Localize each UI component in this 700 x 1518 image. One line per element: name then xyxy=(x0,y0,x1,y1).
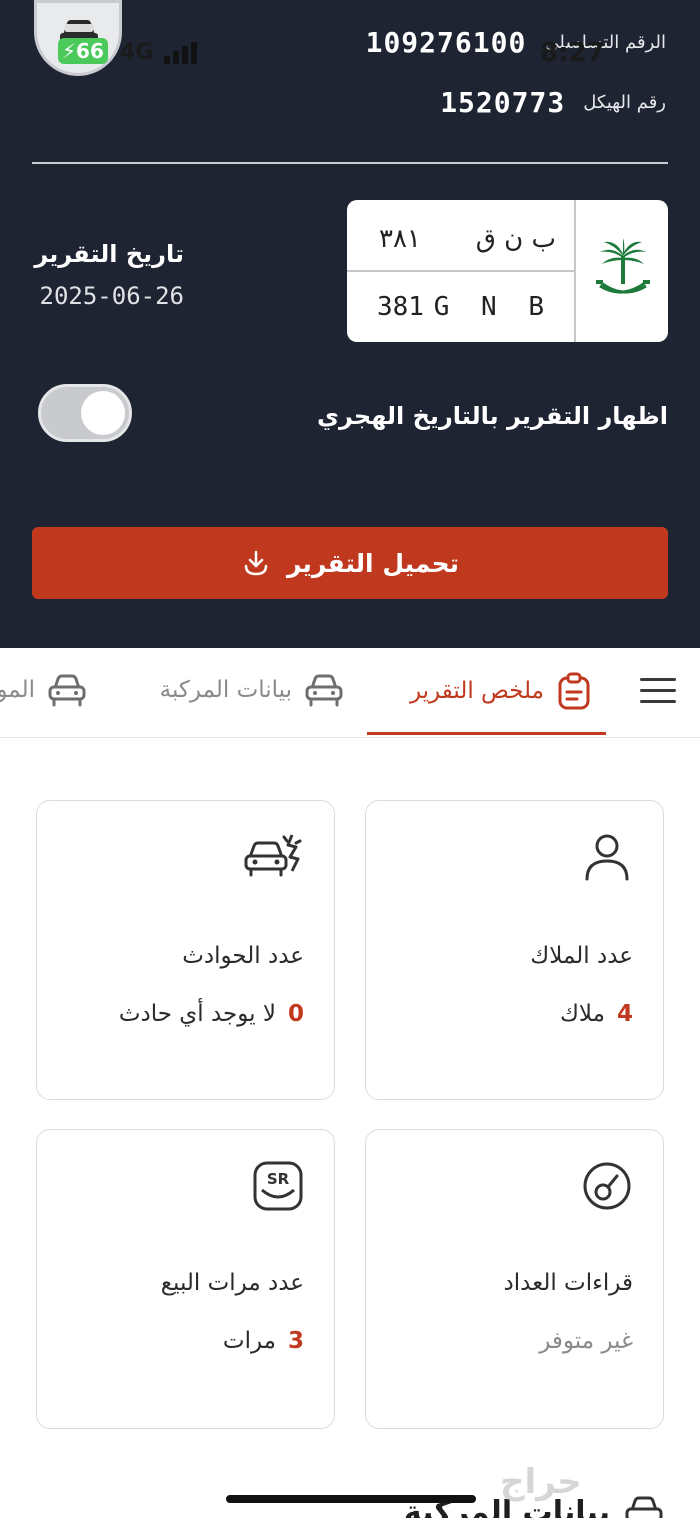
car-icon xyxy=(305,674,343,707)
accidents-unit: لا يوجد أي حادث xyxy=(118,1001,276,1027)
download-icon xyxy=(244,550,268,576)
tab-report-summary[interactable]: ملخص التقرير xyxy=(410,672,592,710)
owners-value: 4 ملاك xyxy=(560,1001,633,1027)
sales-count: 3 xyxy=(287,1328,304,1354)
status-time: 8:27 xyxy=(540,38,605,68)
sales-title: عدد مرات البيع xyxy=(160,1270,304,1296)
odometer-title: قراءات العداد xyxy=(503,1270,633,1296)
sr-badge-icon: SR xyxy=(253,1161,303,1211)
svg-text:SR: SR xyxy=(267,1170,290,1188)
network-label: 4G xyxy=(120,40,154,65)
sales-value: 3 مرات xyxy=(223,1328,304,1354)
odometer-status: غير متوفر xyxy=(539,1328,633,1354)
report-date-value: 2025-06-26 xyxy=(39,282,185,310)
sales-card[interactable]: SR عدد مرات البيع 3 مرات xyxy=(36,1129,335,1429)
chassis-value: 1520773 xyxy=(440,86,566,119)
hijri-toggle[interactable] xyxy=(38,384,132,442)
plate-arabic-letters: ب ن ق xyxy=(475,224,556,254)
hijri-toggle-label: اظهار التقرير بالتاريخ الهجري xyxy=(316,402,668,430)
tab-vehicle-data-label: بيانات المركبة xyxy=(159,677,292,703)
car-icon xyxy=(48,674,86,707)
report-date: تاريخ التقرير 2025-06-26 xyxy=(34,240,184,310)
owners-count: 4 xyxy=(616,1001,633,1027)
owners-card[interactable]: عدد الملاك 4 ملاك xyxy=(365,800,664,1100)
accidents-card[interactable]: عدد الحوادث 0 لا يوجد أي حادث xyxy=(36,800,335,1100)
plate-latin-numbers: 381 xyxy=(377,292,424,322)
saudi-emblem-icon xyxy=(596,238,650,294)
owners-unit: ملاك xyxy=(559,1001,605,1027)
report-date-label: تاريخ التقرير xyxy=(34,240,184,268)
odometer-card[interactable]: قراءات العداد غير متوفر xyxy=(365,1129,664,1429)
car-icon xyxy=(625,1496,663,1518)
tab-specs[interactable]: الموا xyxy=(0,672,87,708)
menu-icon[interactable] xyxy=(640,678,676,706)
gauge-icon xyxy=(583,1162,631,1210)
header-divider xyxy=(32,162,668,164)
watermark-logo: حراج xyxy=(500,1462,582,1502)
report-header: ⚡66 4G الرقم التسلسلي 109276100 8:27 رقم… xyxy=(0,0,700,648)
clipboard-icon xyxy=(558,672,590,710)
plate-divider xyxy=(347,270,574,272)
chassis-row: رقم الهيكل 1520773 xyxy=(440,86,666,119)
download-report-label: تحميل التقرير xyxy=(286,548,460,578)
serial-value: 109276100 xyxy=(365,26,527,59)
signal-icon xyxy=(164,42,200,64)
owners-title: عدد الملاك xyxy=(530,943,633,969)
chassis-label: رقم الهيكل xyxy=(583,92,666,113)
plate-latin-letters: G N B xyxy=(433,292,552,322)
accidents-title: عدد الحوادث xyxy=(182,943,304,969)
tab-specs-label: الموا xyxy=(0,677,35,703)
toggle-knob xyxy=(81,391,125,435)
plate-emblem xyxy=(574,200,668,342)
serial-row: الرقم التسلسلي 109276100 xyxy=(366,26,666,59)
active-tab-indicator xyxy=(367,732,606,735)
tab-bar: ملخص التقرير بيانات المركبة الموا xyxy=(0,648,700,738)
plate-arabic-numbers: ٣٨١ xyxy=(379,224,421,254)
car-crash-icon xyxy=(244,834,302,877)
accidents-count: 0 xyxy=(287,1001,304,1027)
tab-report-summary-label: ملخص التقرير xyxy=(409,678,544,704)
download-report-button[interactable]: تحميل التقرير xyxy=(32,527,668,599)
person-icon xyxy=(585,834,629,881)
plate-grid: ٣٨١ ب ن ق 381 G N B xyxy=(347,200,574,342)
odometer-value: غير متوفر xyxy=(539,1328,633,1354)
sales-unit: مرات xyxy=(222,1328,276,1354)
license-plate: ٣٨١ ب ن ق 381 G N B xyxy=(347,200,668,342)
home-indicator xyxy=(226,1495,476,1503)
accidents-value: 0 لا يوجد أي حادث xyxy=(119,1001,304,1027)
battery-badge: ⚡66 xyxy=(58,38,108,64)
tab-vehicle-data[interactable]: بيانات المركبة xyxy=(160,672,344,708)
